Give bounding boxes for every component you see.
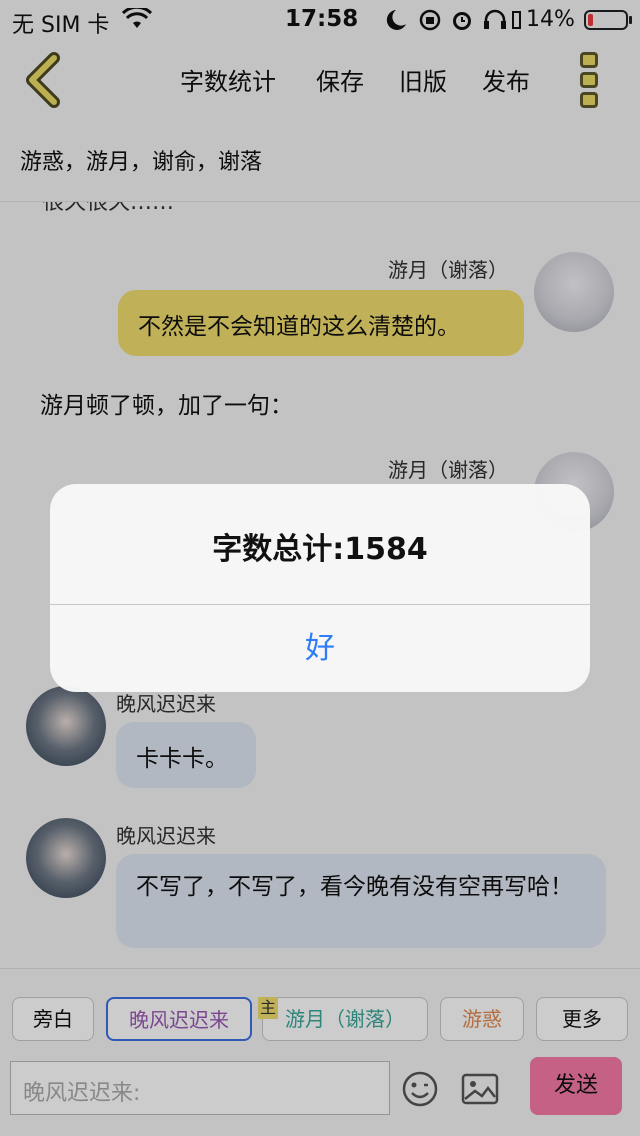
alert-ok-button[interactable]: 好 <box>50 605 590 692</box>
alert-title: 字数总计:1584 <box>212 532 428 567</box>
word-count-alert: 字数总计:1584 好 <box>50 484 590 692</box>
